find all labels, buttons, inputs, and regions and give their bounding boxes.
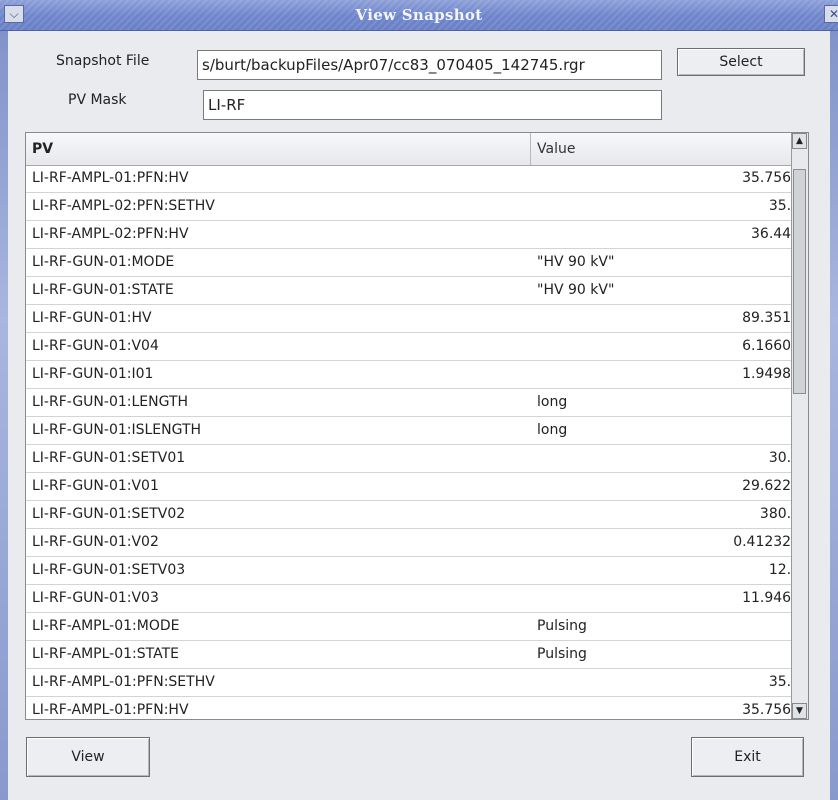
scroll-up-button[interactable]: ▲: [792, 133, 807, 149]
table-row[interactable]: LI-RF-GUN-01:HV 89.3518: [26, 305, 806, 333]
pv-name-cell: LI-RF-GUN-01:MODE: [32, 254, 175, 270]
value-cell: Pulsing: [537, 646, 587, 662]
pv-table[interactable]: PV Value LI-RF-AMPL-01:PFN:HV 35.7566 LI-R…: [25, 132, 809, 720]
table-row[interactable]: LI-RF-GUN-01:LENGTH long: [26, 389, 806, 417]
scrollbar-thumb[interactable]: [793, 169, 806, 394]
pv-mask-label: PV Mask: [68, 92, 127, 108]
value-cell: long: [537, 394, 568, 410]
scroll-down-button[interactable]: ▼: [792, 703, 807, 719]
table-row[interactable]: LI-RF-GUN-01:ISLENGTH long: [26, 417, 806, 445]
table-row[interactable]: LI-RF-GUN-01:I01 1.94986: [26, 361, 806, 389]
pv-name-cell: LI-RF-AMPL-02:PFN:SETHV: [32, 198, 215, 214]
table-row[interactable]: LI-RF-AMPL-02:PFN:SETHV 35.6: [26, 193, 806, 221]
pv-name-cell: LI-RF-AMPL-01:PFN:SETHV: [32, 674, 215, 690]
pv-name-cell: LI-RF-GUN-01:V02: [32, 534, 159, 550]
pv-name-cell: LI-RF-GUN-01:V03: [32, 590, 159, 606]
column-header-value[interactable]: Value: [531, 133, 806, 165]
pv-name-cell: LI-RF-GUN-01:V01: [32, 478, 159, 494]
close-button[interactable]: ✕: [824, 5, 838, 23]
select-button[interactable]: Select: [677, 48, 805, 76]
pv-name-cell: LI-RF-GUN-01:SETV01: [32, 450, 186, 466]
table-row[interactable]: LI-RF-GUN-01:SETV03 12.0: [26, 557, 806, 585]
arrow-up-icon: ▲: [796, 136, 803, 146]
table-row[interactable]: LI-RF-GUN-01:SETV01 30.0: [26, 445, 806, 473]
table-row[interactable]: LI-RF-AMPL-01:PFN:SETHV 35.2: [26, 669, 806, 697]
arrow-down-icon: ▼: [796, 706, 803, 716]
table-row[interactable]: LI-RF-GUN-01:V04 6.16608: [26, 333, 806, 361]
pv-name-cell: LI-RF-AMPL-02:PFN:HV: [32, 226, 189, 242]
value-cell: Pulsing: [537, 618, 587, 634]
desktop-edge-left: [0, 0, 8, 800]
table-body: LI-RF-AMPL-01:PFN:HV 35.7566 LI-RF-AMPL-02…: [26, 165, 806, 719]
desktop-edge-right: [830, 0, 838, 800]
value-cell: long: [537, 422, 568, 438]
pv-name-cell: LI-RF-AMPL-01:PFN:HV: [32, 170, 189, 186]
table-row[interactable]: LI-RF-GUN-01:SETV02 380.0: [26, 501, 806, 529]
pv-name-cell: LI-RF-AMPL-01:STATE: [32, 646, 179, 662]
table-row[interactable]: LI-RF-AMPL-01:STATE Pulsing: [26, 641, 806, 669]
value-cell: "HV 90 kV": [537, 254, 615, 270]
title-bar[interactable]: ⌵ View Snapshot ✕: [0, 0, 838, 31]
table-header: PV Value: [26, 133, 806, 166]
view-button[interactable]: View: [26, 737, 150, 777]
table-row[interactable]: LI-RF-GUN-01:V02 0.412326: [26, 529, 806, 557]
column-header-pv[interactable]: PV: [26, 133, 531, 165]
table-row[interactable]: LI-RF-GUN-01:V01 29.6223: [26, 473, 806, 501]
pv-name-cell: LI-RF-GUN-01:V04: [32, 338, 159, 354]
value-cell: 0.412326: [733, 534, 800, 550]
exit-button[interactable]: Exit: [691, 737, 804, 777]
pv-name-cell: LI-RF-GUN-01:SETV03: [32, 562, 186, 578]
pv-name-cell: LI-RF-GUN-01:ISLENGTH: [32, 422, 202, 438]
pv-name-cell: LI-RF-GUN-01:I01: [32, 366, 154, 382]
close-icon: ✕: [828, 7, 838, 21]
snapshot-file-field[interactable]: s/burt/backupFiles/Apr07/cc83_070405_142…: [197, 50, 662, 80]
snapshot-file-label: Snapshot File: [56, 53, 150, 69]
value-cell: "HV 90 kV": [537, 282, 615, 298]
window-title: View Snapshot: [355, 6, 483, 24]
vertical-scrollbar[interactable]: ▲ ▼: [791, 133, 808, 719]
pv-mask-field[interactable]: LI-RF: [203, 90, 662, 120]
table-row[interactable]: LI-RF-GUN-01:STATE "HV 90 kV": [26, 277, 806, 305]
pv-name-cell: LI-RF-AMPL-01:MODE: [32, 618, 180, 634]
pv-name-cell: LI-RF-GUN-01:HV: [32, 310, 152, 326]
table-row[interactable]: LI-RF-GUN-01:V03 11.9466: [26, 585, 806, 613]
table-row[interactable]: LI-RF-AMPL-01:PFN:HV 35.7566: [26, 165, 806, 193]
pv-name-cell: LI-RF-AMPL-01:PFN:HV: [32, 702, 189, 718]
table-row[interactable]: LI-RF-AMPL-01:PFN:HV 35.7566: [26, 697, 806, 719]
pv-name-cell: LI-RF-GUN-01:SETV02: [32, 506, 186, 522]
table-row[interactable]: LI-RF-GUN-01:MODE "HV 90 kV": [26, 249, 806, 277]
table-row[interactable]: LI-RF-AMPL-01:MODE Pulsing: [26, 613, 806, 641]
pv-name-cell: LI-RF-GUN-01:STATE: [32, 282, 174, 298]
table-row[interactable]: LI-RF-AMPL-02:PFN:HV 36.442: [26, 221, 806, 249]
pv-name-cell: LI-RF-GUN-01:LENGTH: [32, 394, 189, 410]
